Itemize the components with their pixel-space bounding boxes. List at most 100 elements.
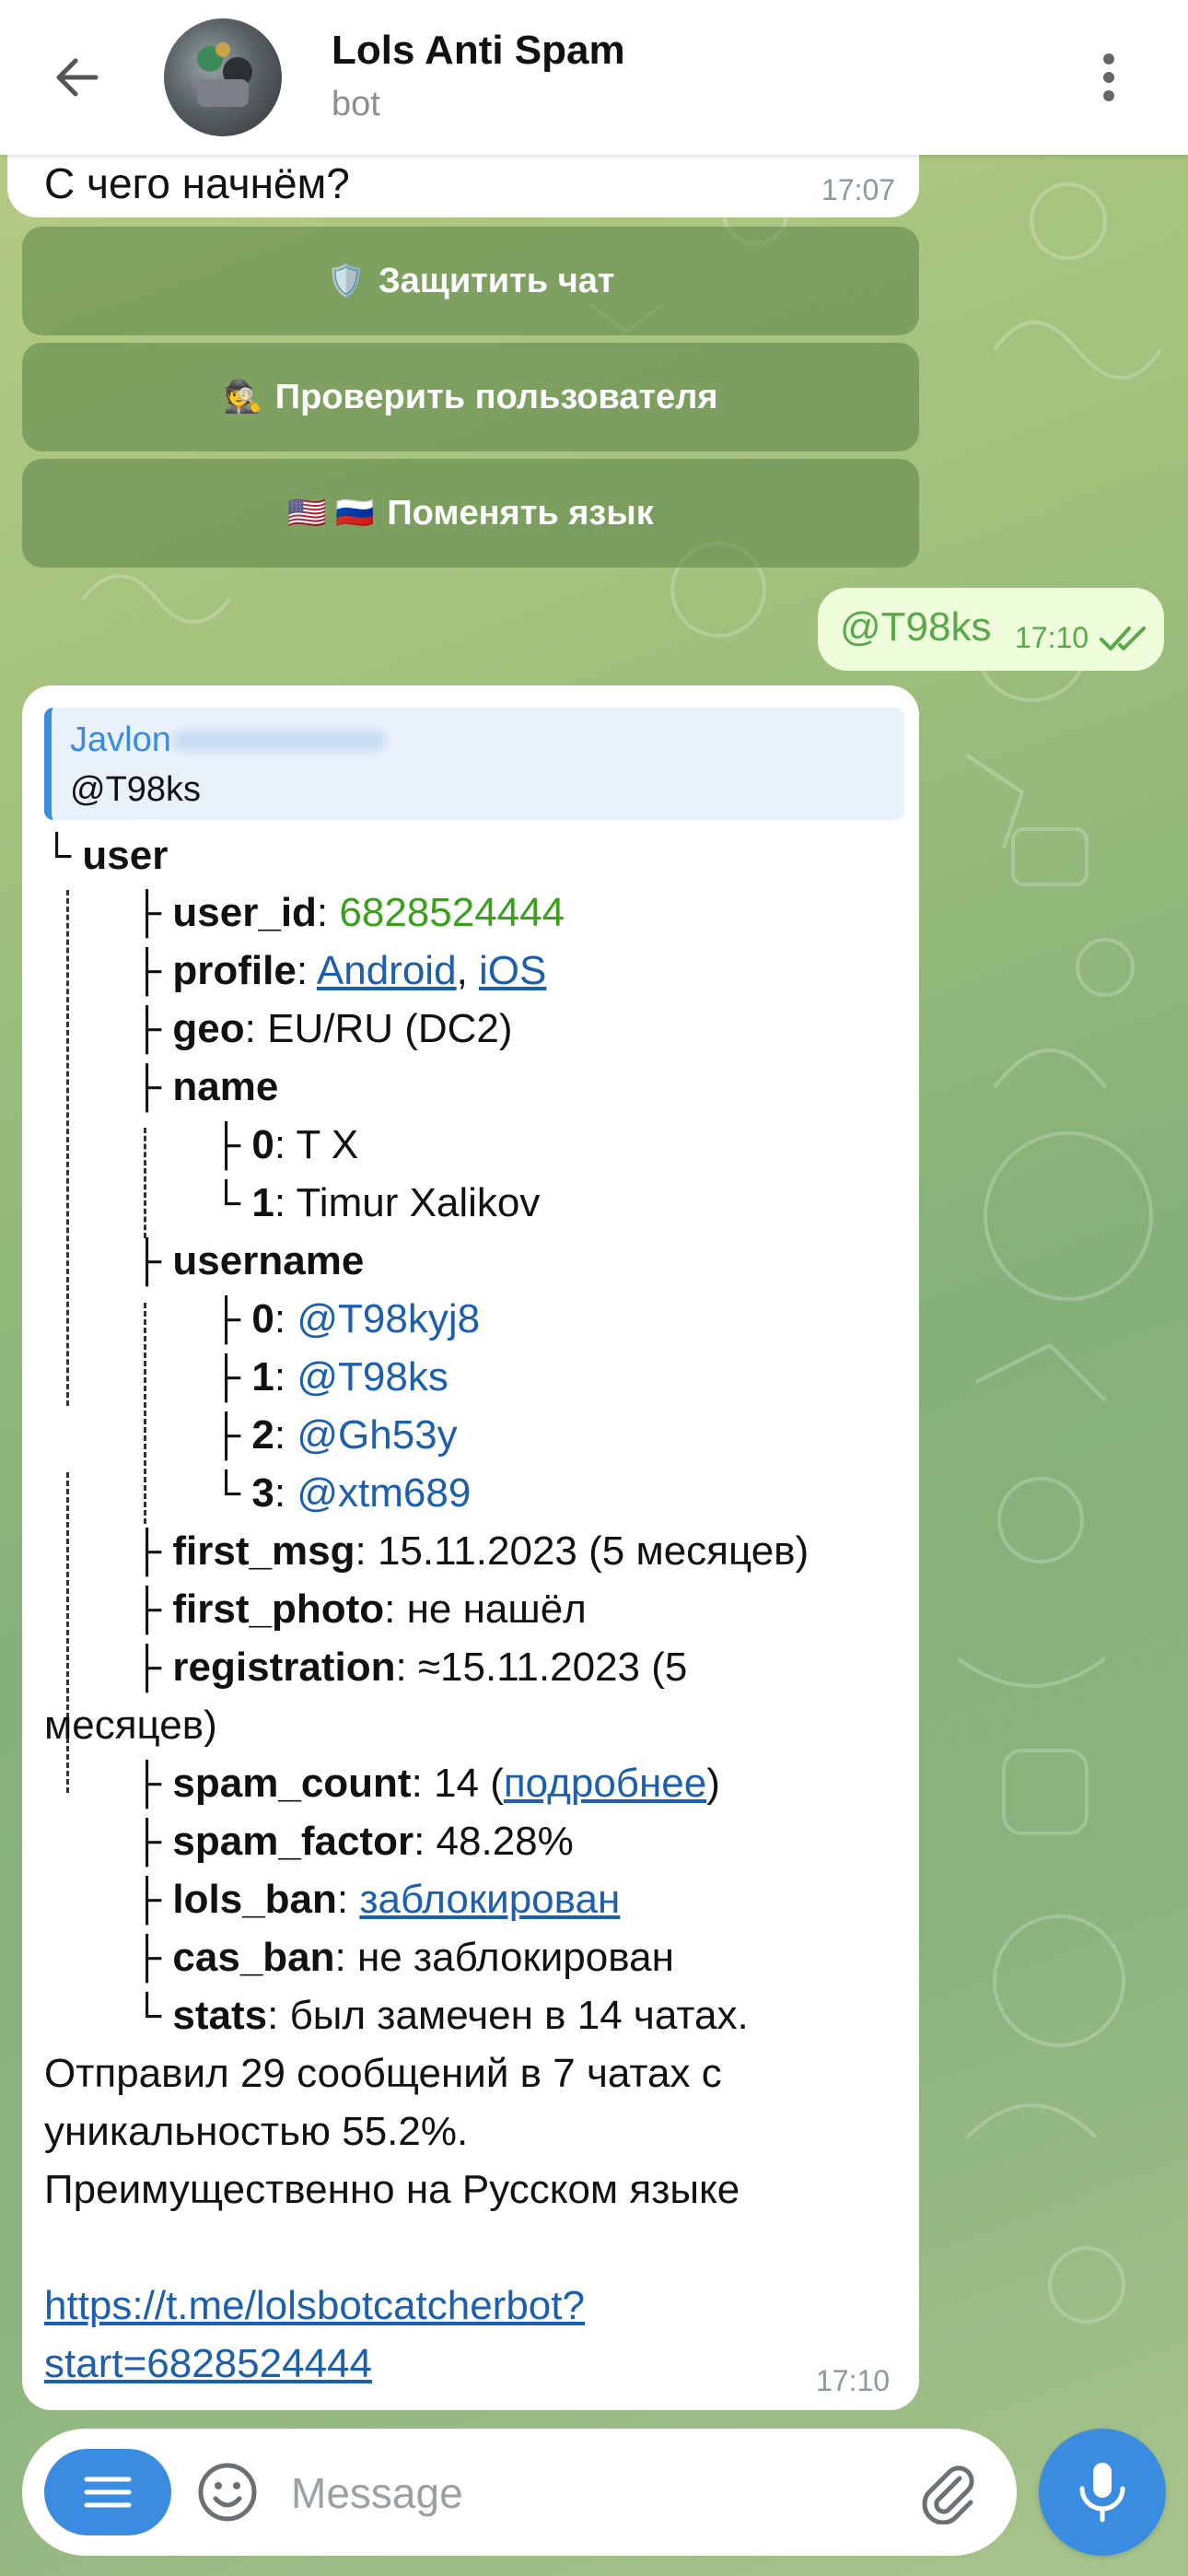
row-name-0: ├ 0: T X xyxy=(212,1122,359,1167)
button-label: Поменять язык xyxy=(387,493,654,533)
key-first-photo: first_photo xyxy=(172,1587,385,1632)
chat-header: Lols Anti Spam bot xyxy=(0,0,1188,155)
row-registration: ├ registration: ≈15.11.2023 (5 xyxy=(133,1645,688,1690)
message-composer xyxy=(22,2429,1017,2556)
value-geo: EU/RU (DC2) xyxy=(267,1006,513,1051)
quote-sender-name: Javlon xyxy=(70,720,171,759)
quote-text: @T98ks xyxy=(70,770,202,809)
message-time: 17:10 xyxy=(816,2364,891,2397)
value-name-0: T X xyxy=(296,1122,359,1167)
index-1: 1 xyxy=(251,1354,274,1399)
row-name-1: └ 1: Timur Xalikov xyxy=(212,1180,541,1225)
index-0: 0 xyxy=(251,1296,274,1341)
key-geo: geo xyxy=(172,1006,245,1051)
value-cas-ban: не заблокирован xyxy=(356,1935,674,1980)
mention-username-2[interactable]: @Gh53y xyxy=(297,1412,457,1458)
mention-username-3[interactable]: @xtm689 xyxy=(297,1470,471,1516)
link-ios[interactable]: iOS xyxy=(479,948,546,993)
message-input[interactable] xyxy=(289,2456,919,2530)
key-user-id: user_id xyxy=(172,890,317,935)
emoji-button[interactable] xyxy=(186,2451,269,2534)
bot-link-line-1[interactable]: https://t.me/lolsbotcatcherbot? xyxy=(44,2283,585,2329)
voice-record-button[interactable] xyxy=(1039,2429,1166,2556)
outgoing-message: @T98ks 17:10 xyxy=(818,588,1164,671)
double-check-icon xyxy=(1100,626,1146,650)
smile-icon xyxy=(198,2463,257,2522)
detective-icon: 🕵️ xyxy=(223,380,262,415)
value-name-1: Timur Xalikov xyxy=(296,1180,541,1225)
row-user: └ user xyxy=(42,833,169,878)
row-username-0: ├ 0: @T98kyj8 xyxy=(212,1296,481,1341)
row-geo: ├ geo: EU/RU (DC2) xyxy=(133,1006,513,1051)
row-stats: └ stats: был замечен в 14 чатах. xyxy=(133,1993,749,2038)
row-username-2: ├ 2: @Gh53y xyxy=(212,1412,458,1458)
key-cas-ban: cas_ban xyxy=(172,1935,335,1980)
microphone-icon xyxy=(1079,2463,1125,2523)
reply-quote[interactable]: Javlon @T98ks xyxy=(44,708,904,820)
row-lols-ban: ├ lols_ban: заблокирован xyxy=(133,1877,621,1922)
value-user-id[interactable]: 6828524444 xyxy=(339,890,565,935)
tree-guide xyxy=(144,1128,146,1238)
tree-guide xyxy=(66,890,69,1406)
back-button[interactable] xyxy=(44,44,111,111)
shield-icon: 🛡️ xyxy=(326,263,366,299)
key-user: user xyxy=(82,833,169,878)
row-cas-ban: ├ cas_ban: не заблокирован xyxy=(133,1935,674,1980)
chat-subtitle: bot xyxy=(332,85,380,123)
separator: , xyxy=(456,948,468,993)
message-text: С чего начнём? xyxy=(44,159,350,207)
row-user-id: ├ user_id: 6828524444 xyxy=(133,890,565,935)
incoming-message-user-info: Javlon @T98ks └ user ├ user_id: 68285244… xyxy=(22,685,919,2410)
menu-icon xyxy=(84,2476,132,2508)
message-time: 17:07 xyxy=(821,173,896,206)
close-paren: ) xyxy=(706,1761,720,1806)
row-first-photo: ├ first_photo: не нашёл xyxy=(133,1587,587,1632)
row-username-1: ├ 1: @T98ks xyxy=(212,1354,448,1399)
arrow-left-icon xyxy=(56,58,99,97)
bot-menu-button[interactable] xyxy=(44,2449,171,2535)
row-spam-factor: ├ spam_factor: 48.28% xyxy=(133,1819,574,1864)
row-profile: ├ profile: Android, iOS xyxy=(133,948,547,993)
paperclip-icon xyxy=(922,2465,974,2524)
tree-guide xyxy=(144,1303,146,1524)
value-stats: был замечен в 14 чатах. xyxy=(289,1993,749,2038)
protect-chat-button[interactable]: 🛡️ Защитить чат xyxy=(22,227,919,335)
value-spam-factor: 48.28% xyxy=(436,1819,574,1864)
index-3: 3 xyxy=(251,1470,274,1516)
link-details[interactable]: подробнее xyxy=(504,1761,706,1806)
message-time: 17:10 xyxy=(1015,621,1089,654)
summary-line-3: Преимущественно на Русском языке xyxy=(44,2167,740,2212)
more-vertical-icon xyxy=(1103,53,1114,101)
key-stats: stats xyxy=(172,1993,268,2038)
index-0: 0 xyxy=(251,1122,274,1167)
key-username: username xyxy=(172,1238,365,1283)
value-registration: ≈15.11.2023 (5 xyxy=(417,1645,688,1690)
check-user-button[interactable]: 🕵️ Проверить пользователя xyxy=(22,343,919,451)
key-registration: registration xyxy=(172,1645,396,1690)
mention-username-0[interactable]: @T98kyj8 xyxy=(297,1296,480,1341)
summary-line-1: Отправил 29 сообщений в 7 чатах с xyxy=(44,2051,722,2096)
index-2: 2 xyxy=(251,1412,274,1458)
key-lols-ban: lols_ban xyxy=(172,1877,337,1922)
bot-link-line-2[interactable]: start=6828524444 xyxy=(44,2341,372,2387)
mention-username-1[interactable]: @T98ks xyxy=(297,1354,448,1399)
bot-avatar[interactable] xyxy=(164,18,282,136)
row-spam-count: ├ spam_count: 14 (подробнее) xyxy=(133,1761,720,1806)
more-options-button[interactable] xyxy=(1083,44,1135,111)
change-language-button[interactable]: 🇺🇸 🇷🇺 Поменять язык xyxy=(22,459,919,568)
row-username-3: └ 3: @xtm689 xyxy=(212,1470,472,1516)
chat-title[interactable]: Lols Anti Spam xyxy=(332,28,625,74)
summary-line-2: уникальностью 55.2%. xyxy=(44,2109,469,2154)
row-name: ├ name xyxy=(133,1064,279,1109)
attach-button[interactable] xyxy=(906,2451,989,2534)
key-name: name xyxy=(172,1064,279,1109)
flags-icon: 🇺🇸 🇷🇺 xyxy=(287,496,375,531)
row-first-msg: ├ first_msg: 15.11.2023 (5 месяцев) xyxy=(133,1528,809,1574)
key-spam-factor: spam_factor xyxy=(172,1819,414,1864)
button-label: Защитить чат xyxy=(378,261,615,300)
link-android[interactable]: Android xyxy=(317,948,457,993)
value-first-msg: 15.11.2023 (5 месяцев) xyxy=(377,1528,809,1574)
row-registration-cont: месяцев) xyxy=(44,1703,217,1748)
message-text: @T98ks xyxy=(840,604,992,650)
link-lols-ban[interactable]: заблокирован xyxy=(359,1877,620,1922)
